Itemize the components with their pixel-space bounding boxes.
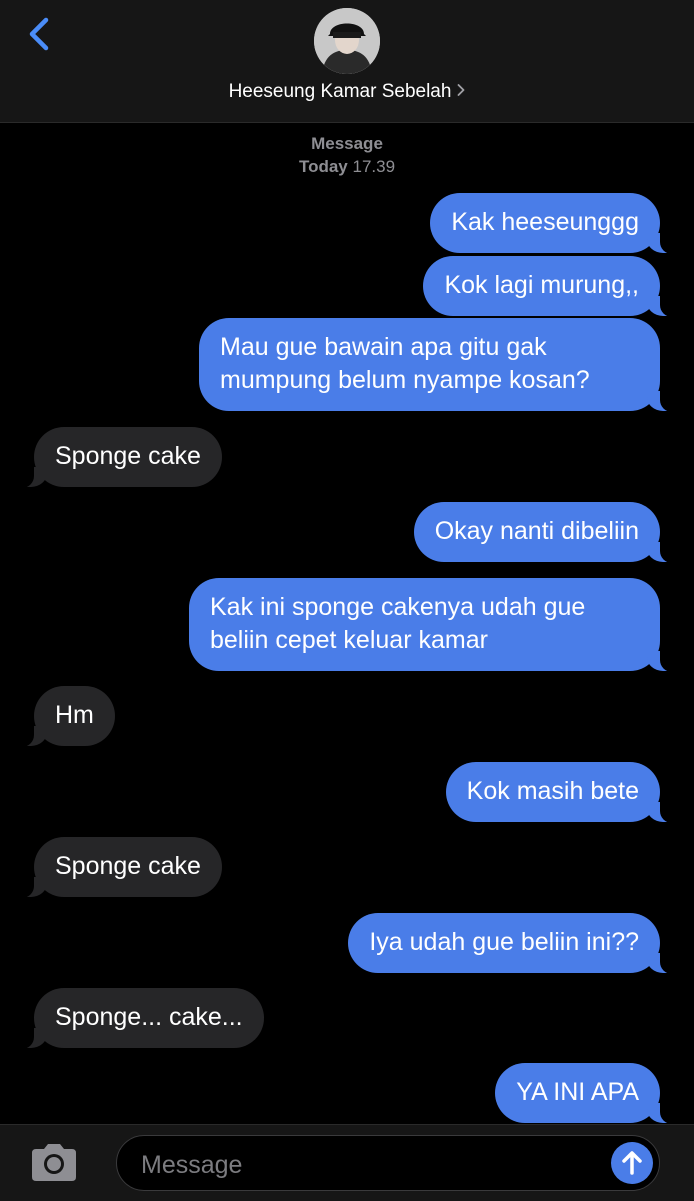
sent-message[interactable]: Kok lagi murung,, (423, 256, 682, 317)
contact-name-button[interactable]: Heeseung Kamar Sebelah (0, 80, 694, 103)
received-message[interactable]: Sponge... cake... (12, 988, 264, 1049)
received-message[interactable]: Sponge cake (12, 427, 222, 488)
sent-message[interactable]: Kok masih bete (445, 762, 683, 823)
day-label: Today (298, 157, 348, 176)
received-message[interactable]: Sponge cake (12, 837, 222, 898)
sent-message[interactable]: Iya udah gue beliin ini?? (348, 913, 682, 974)
message-input[interactable] (139, 1144, 603, 1186)
contact-avatar[interactable] (314, 8, 380, 74)
conversation-header: Heeseung Kamar Sebelah (0, 0, 694, 123)
sent-message[interactable]: Okay nanti dibeliin (413, 502, 683, 563)
conversation-timestamp: Message Today 17.39 (0, 132, 694, 178)
back-button[interactable] (22, 14, 56, 54)
message-field[interactable] (116, 1135, 660, 1191)
composer-bar (0, 1124, 694, 1201)
send-button[interactable] (611, 1142, 653, 1184)
chevron-left-icon (29, 17, 49, 51)
sent-message[interactable]: Kak heeseunggg (430, 193, 682, 254)
chevron-right-icon (457, 80, 465, 96)
sent-message[interactable]: Mau gue bawain apa gitu gak mumpung belu… (199, 318, 682, 412)
service-label: Message (311, 134, 383, 153)
received-message[interactable]: Hm (12, 686, 115, 747)
camera-icon (32, 1144, 76, 1181)
sent-message[interactable]: YA INI APA (495, 1063, 682, 1124)
time-label: 17.39 (352, 157, 396, 176)
send-arrow-icon (622, 1151, 642, 1175)
sent-message[interactable]: Kak ini sponge cakenya udah gue beliin c… (189, 578, 682, 672)
camera-button[interactable] (26, 1141, 82, 1185)
contact-name: Heeseung Kamar Sebelah (228, 81, 452, 102)
